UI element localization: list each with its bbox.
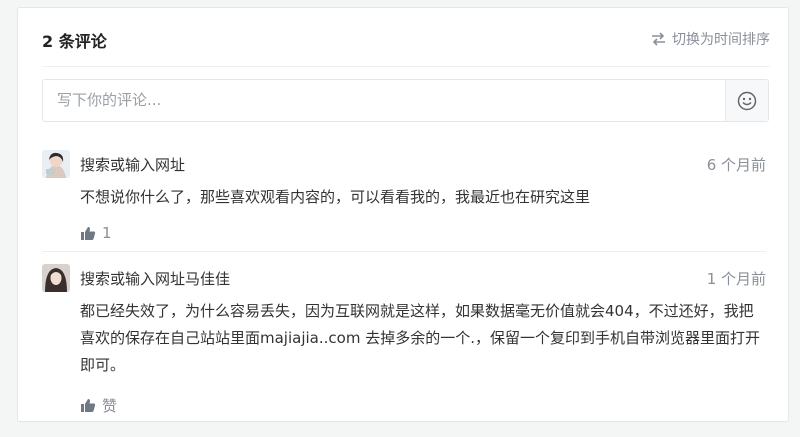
comment-card: 2 条评论 切换为时间排序 写下你的评论... 搜索或输入网址 6 个月前 不想… <box>17 7 789 422</box>
comment-time: 6 个月前 <box>706 156 766 174</box>
comment-author[interactable]: 搜索或输入网址 <box>80 154 185 175</box>
like-button[interactable]: 1 <box>80 224 112 242</box>
comment-text: 都已经失效了，为什么容易丢失，因为互联网就是这样，如果数据毫无价值就会404，不… <box>80 302 760 374</box>
thumbs-up-icon <box>81 226 96 240</box>
like-button[interactable]: 赞 <box>80 395 117 416</box>
like-label: 赞 <box>102 397 118 415</box>
emoji-button[interactable] <box>725 80 768 121</box>
comment-input-placeholder[interactable]: 写下你的评论... <box>43 80 725 121</box>
comment-time: 1 个月前 <box>706 270 766 288</box>
comment-item: 搜索或输入网址 6 个月前 不想说你什么了，那些喜欢观看内容的，可以看看我的，我… <box>42 150 766 252</box>
like-count: 1 <box>102 224 112 242</box>
comment-input[interactable]: 写下你的评论... <box>42 79 769 122</box>
sort-toggle-label: 切换为时间排序 <box>672 32 770 48</box>
smiley-icon <box>737 91 757 110</box>
comment-text: 不想说你什么了，那些喜欢观看内容的，可以看看我的，我最近也在研究这里 <box>80 188 591 206</box>
comment-author[interactable]: 搜索或输入网址马佳佳 <box>80 268 230 289</box>
thumbs-up-icon <box>81 399 96 412</box>
avatar[interactable] <box>42 150 70 178</box>
swap-arrows-icon <box>652 32 665 46</box>
comment-count-title: 2 条评论 <box>42 32 107 51</box>
comment-header: 2 条评论 切换为时间排序 <box>42 8 770 67</box>
avatar[interactable] <box>42 264 70 292</box>
sort-toggle-button[interactable]: 切换为时间排序 <box>651 29 770 49</box>
